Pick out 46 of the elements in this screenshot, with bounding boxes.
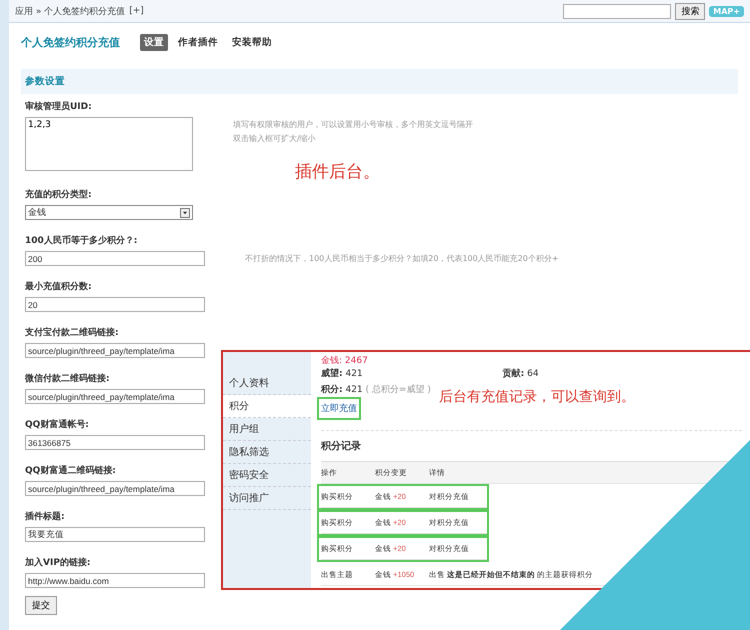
input-field[interactable]: 1,2,3: [25, 117, 193, 171]
caret-icon: [180, 208, 190, 218]
annotation-text: 插件后台。: [295, 161, 380, 183]
select-field[interactable]: 金钱: [25, 205, 193, 220]
sidebar-item[interactable]: 访问推广: [223, 487, 311, 510]
field-label: QQ财富通二维码链接:: [25, 464, 116, 477]
hint-text: 双击输入框可扩大/缩小: [233, 133, 317, 144]
tab[interactable]: 设置: [140, 34, 168, 51]
tab[interactable]: 作者插件: [174, 34, 222, 51]
plugin-title: 个人免签约积分充值: [21, 35, 120, 50]
hint-text: 不打折的情况下，100人民币相当于多少积分？如填20，代表100人民币能充20个积分+: [245, 253, 559, 264]
sidebar-item[interactable]: 隐私筛选: [223, 441, 311, 464]
input-field[interactable]: 200: [25, 251, 205, 266]
field-label: 插件标题:: [25, 510, 65, 523]
tab[interactable]: 安装帮助: [228, 34, 276, 51]
section-header: 参数设置: [21, 69, 738, 94]
input-field[interactable]: source/plugin/threed_pay/template/ima: [25, 343, 205, 358]
sidebar-item[interactable]: 用户组: [223, 418, 311, 441]
breadcrumb: 应用 » 个人免签约积分充值: [15, 6, 126, 18]
add-link[interactable]: [+]: [129, 6, 144, 16]
money-stat: 金钱: 2467: [321, 354, 368, 366]
annotation-text: 后台有充值记录，可以查询到。: [439, 388, 635, 406]
stat-text: 积分: 421 ( 总积分=威望 ): [321, 384, 431, 396]
field-label: QQ财富通帐号:: [25, 418, 89, 431]
field-label: 最小充值积分数:: [25, 280, 92, 293]
input-field[interactable]: 361366875: [25, 435, 205, 450]
input-field[interactable]: source/plugin/threed_pay/template/ima: [25, 389, 205, 404]
submit-button[interactable]: 提交: [25, 596, 57, 615]
input-field[interactable]: 我要充值: [25, 527, 205, 542]
field-label: 100人民币等于多少积分？:: [25, 234, 138, 247]
stat-text: 威望: 421: [321, 367, 363, 380]
sidebar-item[interactable]: 积分: [223, 395, 311, 418]
field-label: 审核管理员UID:: [25, 100, 92, 113]
field-label: 微信付款二维码链接:: [25, 372, 110, 385]
input-field[interactable]: source/plugin/threed_pay/template/ima: [25, 481, 205, 496]
sidebar-item[interactable]: 密码安全: [223, 464, 311, 487]
recharge-link[interactable]: 立即充值: [317, 397, 361, 420]
input-field[interactable]: 20: [25, 297, 205, 312]
search-button[interactable]: 搜索: [675, 2, 706, 20]
search-field[interactable]: [563, 4, 672, 18]
input-field[interactable]: http://www.baidu.com: [25, 573, 205, 588]
field-label: 充值的积分类型:: [25, 188, 92, 201]
stat-text: 贡献: 64: [502, 368, 539, 380]
hint-text: 填写有权限审核的用户，可以设置用小号审核，多个用英文逗号隔开: [233, 119, 473, 130]
field-label: 支付宝付款二维码链接:: [25, 326, 119, 339]
field-label: 加入VIP的链接:: [25, 556, 91, 569]
